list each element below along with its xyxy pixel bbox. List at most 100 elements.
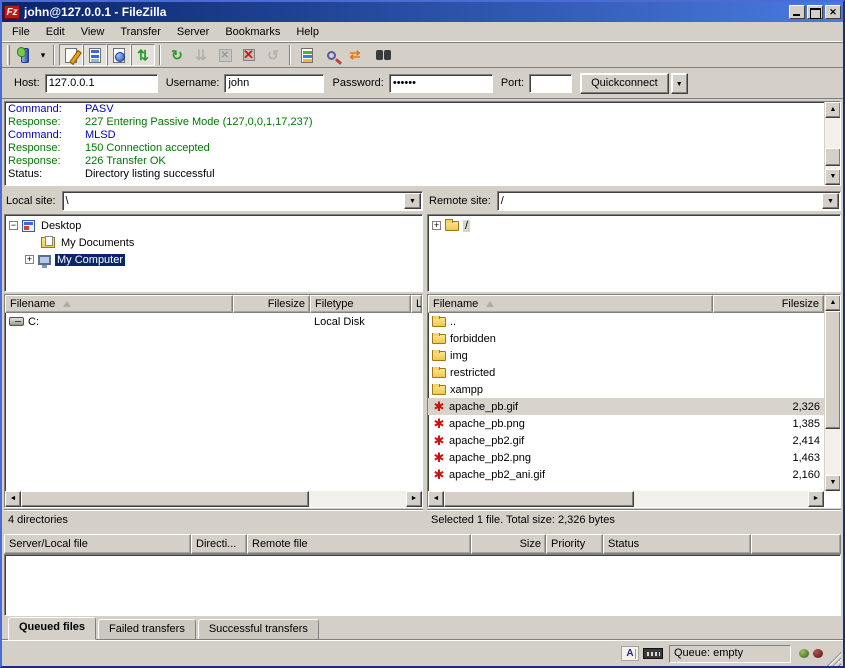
filter-button[interactable] (295, 44, 319, 66)
column-header-direction[interactable]: Directi... (191, 534, 247, 554)
process-queue-button[interactable]: ⇊ (189, 44, 213, 66)
scrollbar-thumb[interactable] (21, 491, 309, 507)
cancel-operation-button[interactable]: ✕ (213, 44, 237, 66)
scroll-right-arrow[interactable] (406, 491, 422, 507)
tab-queued-files[interactable]: Queued files (8, 617, 96, 640)
column-header-filetype[interactable]: Filetype (310, 295, 411, 313)
toggle-local-tree-button[interactable] (83, 44, 107, 66)
menu-server[interactable]: Server (169, 24, 217, 40)
local-site-combobox[interactable]: \ (62, 191, 423, 211)
password-input[interactable] (389, 74, 493, 93)
column-header-filename[interactable]: Filename (5, 295, 233, 313)
tree-item-desktop[interactable]: − Desktop (5, 217, 422, 234)
file-row-apache-pb2-ani-gif[interactable]: ✱apache_pb2_ani.gif 2,160 (428, 466, 824, 483)
local-site-path: \ (63, 195, 403, 207)
menu-help[interactable]: Help (288, 24, 327, 40)
file-row-c-drive[interactable]: C: Local Disk (5, 313, 422, 330)
menu-view[interactable]: View (73, 24, 113, 40)
remote-pane: Remote site: / + / Filename Fil (427, 190, 841, 530)
scroll-down-arrow[interactable] (825, 169, 841, 185)
combo-dropdown-arrow[interactable] (404, 193, 421, 209)
port-input[interactable] (529, 74, 572, 93)
column-header-server-local-file[interactable]: Server/Local file (4, 534, 191, 554)
refresh-button[interactable]: ↻ (165, 44, 189, 66)
scroll-up-arrow[interactable] (825, 295, 841, 311)
remote-vertical-scrollbar[interactable] (824, 295, 840, 491)
scrollbar-thumb[interactable] (825, 311, 841, 429)
scrollbar-thumb[interactable] (444, 491, 634, 507)
combo-dropdown-arrow[interactable] (822, 193, 839, 209)
scroll-down-arrow[interactable] (825, 475, 841, 491)
file-row-forbidden[interactable]: forbidden (428, 330, 824, 347)
tab-failed-transfers[interactable]: Failed transfers (98, 619, 196, 640)
menu-edit[interactable]: Edit (38, 24, 73, 40)
site-manager-button[interactable] (13, 44, 37, 66)
data-type-indicator-icon[interactable] (621, 646, 639, 661)
scroll-left-arrow[interactable] (5, 491, 21, 507)
column-header-filesize[interactable]: Filesize (233, 295, 310, 313)
file-row-apache-pb2-gif[interactable]: ✱apache_pb2.gif 2,414 (428, 432, 824, 449)
column-header-priority[interactable]: Priority (546, 534, 603, 554)
file-search-button[interactable] (319, 44, 343, 66)
toolbar-separator (159, 45, 161, 65)
site-manager-dropdown[interactable] (37, 44, 49, 66)
column-header-lastmodified[interactable]: L (411, 295, 422, 313)
file-row-img[interactable]: img (428, 347, 824, 364)
tab-successful-transfers[interactable]: Successful transfers (198, 619, 319, 640)
column-header-size[interactable]: Size (471, 534, 546, 554)
remote-horizontal-scrollbar[interactable] (428, 491, 824, 507)
directory-comparison-button[interactable] (367, 44, 391, 66)
remote-site-path: / (498, 195, 821, 207)
close-button[interactable] (825, 5, 841, 19)
username-input[interactable] (224, 74, 324, 93)
column-header-filename[interactable]: Filename (428, 295, 713, 313)
file-row-apache-pb-png[interactable]: ✱apache_pb.png 1,385 (428, 415, 824, 432)
quickconnect-button[interactable]: Quickconnect (580, 73, 669, 94)
reconnect-button[interactable]: ↺ (261, 44, 285, 66)
tree-item-my-computer[interactable]: + My Computer (5, 251, 422, 268)
local-horizontal-scrollbar[interactable] (5, 491, 422, 507)
file-row-parent-dir[interactable]: .. (428, 313, 824, 330)
menu-file[interactable]: File (4, 24, 38, 40)
file-row-apache-pb2-png[interactable]: ✱apache_pb2.png 1,463 (428, 449, 824, 466)
local-directory-tree: − Desktop My Documents + My Computer (4, 214, 423, 292)
file-row-apache-pb-gif[interactable]: ✱apache_pb.gif 2,326 (428, 398, 824, 415)
toolbar-separator (53, 45, 55, 65)
my-documents-icon (41, 237, 55, 248)
toggle-message-log-button[interactable] (59, 44, 83, 66)
toggle-queue-button[interactable]: ⇅ (131, 44, 155, 66)
collapse-expander-icon[interactable]: − (9, 221, 18, 230)
maximize-button[interactable] (807, 5, 823, 19)
synchronized-browsing-button[interactable]: ⇄ (343, 44, 367, 66)
host-input[interactable] (45, 74, 158, 93)
column-header-filesize[interactable]: Filesize (713, 295, 824, 313)
scrollbar-thumb[interactable] (825, 148, 841, 166)
remote-site-combobox[interactable]: / (497, 191, 841, 211)
expand-expander-icon[interactable]: + (25, 255, 34, 264)
scroll-right-arrow[interactable] (808, 491, 824, 507)
speed-limits-icon[interactable] (643, 648, 663, 659)
menu-transfer[interactable]: Transfer (112, 24, 169, 40)
filezilla-window: Fz john@127.0.0.1 - FileZilla File Edit … (0, 0, 845, 668)
tree-item-root[interactable]: + / (428, 217, 840, 234)
expand-expander-icon[interactable]: + (432, 221, 441, 230)
resize-grip[interactable] (827, 652, 841, 666)
quickconnect-dropdown[interactable] (671, 73, 688, 94)
search-icon (327, 51, 336, 60)
file-row-restricted[interactable]: restricted (428, 364, 824, 381)
column-header-remote-file[interactable]: Remote file (247, 534, 471, 554)
menu-bookmarks[interactable]: Bookmarks (217, 24, 288, 40)
remote-directory-tree: + / (427, 214, 841, 292)
minimize-button[interactable] (789, 5, 805, 19)
scroll-up-arrow[interactable] (825, 102, 841, 118)
log-vertical-scrollbar[interactable] (824, 102, 840, 185)
queue-list[interactable] (4, 554, 841, 616)
message-log: Command:PASV Response:227 Entering Passi… (4, 101, 841, 186)
scroll-left-arrow[interactable] (428, 491, 444, 507)
column-header-status[interactable]: Status (603, 534, 751, 554)
image-file-icon: ✱ (432, 434, 446, 447)
disconnect-button[interactable] (237, 44, 261, 66)
file-row-xampp[interactable]: xampp (428, 381, 824, 398)
tree-item-my-documents[interactable]: My Documents (5, 234, 422, 251)
toggle-remote-tree-button[interactable] (107, 44, 131, 66)
